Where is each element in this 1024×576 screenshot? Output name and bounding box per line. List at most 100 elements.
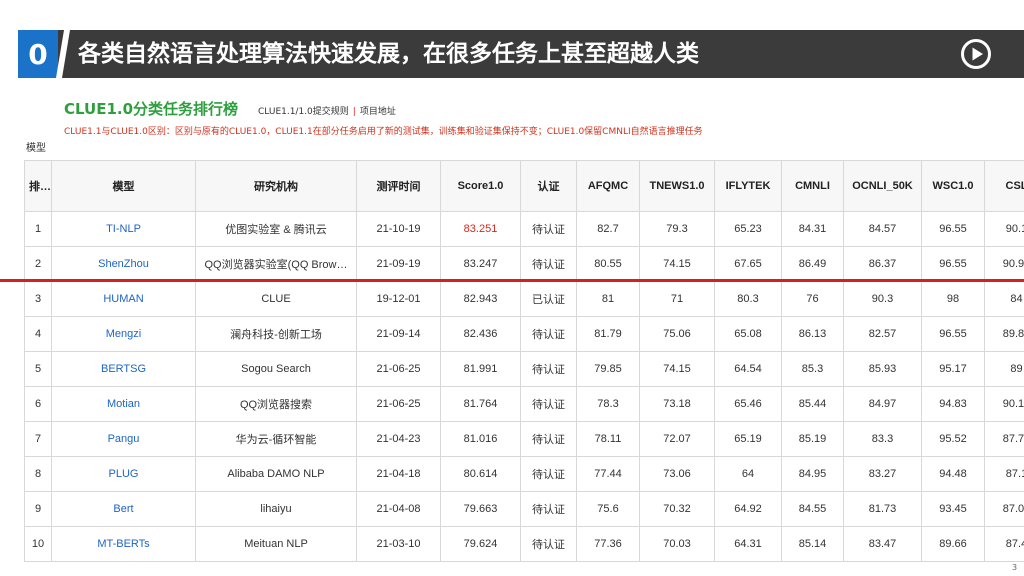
cell-afqmc: 79.85	[576, 351, 640, 387]
table-row: 3 HUMAN CLUE 19-12-01 82.943 已认证 81 71 80.3 76 90.…	[24, 281, 1024, 317]
cell-afqmc: 78.3	[576, 386, 640, 422]
cell-rank: 1	[24, 211, 52, 247]
cell-tnews: 74.15	[639, 246, 715, 282]
column-header-csl[interactable]: CSL	[984, 160, 1024, 212]
column-header-model[interactable]: 模型	[51, 160, 196, 212]
cell-iflytek: 64.54	[714, 351, 782, 387]
cell-ocnli: 83.3	[843, 421, 922, 457]
cell-score: 82.436	[440, 316, 521, 352]
cell-date: 21-04-08	[356, 491, 441, 527]
cell-csl: 90.17	[984, 386, 1024, 422]
cell-iflytek: 65.19	[714, 421, 782, 457]
cell-rank: 2	[24, 246, 52, 282]
cell-rank: 6	[24, 386, 52, 422]
cell-model[interactable]: TI-NLP	[51, 211, 196, 247]
cell-wsc: 95.52	[921, 421, 985, 457]
cell-date: 21-06-25	[356, 386, 441, 422]
cell-csl: 87.1	[984, 456, 1024, 492]
cell-model[interactable]: HUMAN	[51, 281, 196, 317]
cell-cmnli: 85.19	[781, 421, 844, 457]
highlight-divider-line	[0, 279, 1024, 282]
cell-org: 优图实验室 & 腾讯云	[195, 211, 357, 247]
cell-afqmc: 75.6	[576, 491, 640, 527]
cell-cmnli: 76	[781, 281, 844, 317]
column-header-cert[interactable]: 认证	[520, 160, 577, 212]
cell-cmnli: 84.95	[781, 456, 844, 492]
submission-rules-link[interactable]: CLUE1.1/1.0提交规则	[258, 107, 349, 117]
column-header-cmnli[interactable]: CMNLI	[781, 160, 844, 212]
cell-score: 81.764	[440, 386, 521, 422]
table-row: 1 TI-NLP 优图实验室 & 腾讯云 21-10-19 83.251 待认证 82.7 7…	[24, 211, 1024, 247]
cell-rank: 10	[24, 526, 52, 562]
cell-tnews: 72.07	[639, 421, 715, 457]
cell-csl: 84	[984, 281, 1024, 317]
cell-afqmc: 80.55	[576, 246, 640, 282]
column-header-ocnli[interactable]: OCNLI_50K	[843, 160, 922, 212]
cell-csl: 89	[984, 351, 1024, 387]
cell-ocnli: 85.93	[843, 351, 922, 387]
cell-score: 83.251	[440, 211, 521, 247]
cell-cert: 待认证	[520, 456, 577, 492]
link-separator: |	[352, 107, 356, 117]
table-row: 9 Bert lihaiyu 21-04-08 79.663 待认证 75.6 70.32 64…	[24, 491, 1024, 527]
cell-model[interactable]: MT-BERTs	[51, 526, 196, 562]
cell-afqmc: 81.79	[576, 316, 640, 352]
table-header-row: 排行 模型 研究机构 测评时间 Score1.0 认证 AFQMC TNEWS1.0 IFLYT…	[24, 160, 1024, 212]
column-header-date[interactable]: 测评时间	[356, 160, 441, 212]
cell-cmnli: 84.55	[781, 491, 844, 527]
cell-csl: 89.87	[984, 316, 1024, 352]
cell-wsc: 89.66	[921, 526, 985, 562]
table-row: 4 Mengzi 澜舟科技-创新工场 21-09-14 82.436 待认证 81.79 75…	[24, 316, 1024, 352]
page-number: 3	[1012, 563, 1018, 572]
column-header-tnews[interactable]: TNEWS1.0	[639, 160, 715, 212]
table-body: 1 TI-NLP 优图实验室 & 腾讯云 21-10-19 83.251 待认证 82.7 7…	[24, 211, 1024, 562]
cell-org: lihaiyu	[195, 491, 357, 527]
cell-org: QQ浏览器搜索	[195, 386, 357, 422]
table-row: 8 PLUG Alibaba DAMO NLP 21-04-18 80.614 待认证 77…	[24, 456, 1024, 492]
cell-model[interactable]: Motian	[51, 386, 196, 422]
column-header-afqmc[interactable]: AFQMC	[576, 160, 640, 212]
cell-score: 79.663	[440, 491, 521, 527]
cell-afqmc: 81	[576, 281, 640, 317]
cell-iflytek: 67.65	[714, 246, 782, 282]
column-header-score[interactable]: Score1.0	[440, 160, 521, 212]
header-divider-slash	[56, 30, 70, 78]
leaderboard-title: CLUE1.0分类任务排行榜	[64, 100, 239, 118]
column-header-rank[interactable]: 排行	[24, 160, 52, 212]
cell-date: 21-10-19	[356, 211, 441, 247]
cell-org: Meituan NLP	[195, 526, 357, 562]
cell-tnews: 71	[639, 281, 715, 317]
model-filter-label: 模型	[26, 143, 46, 154]
cell-model[interactable]: Mengzi	[51, 316, 196, 352]
cell-ocnli: 90.3	[843, 281, 922, 317]
cell-model[interactable]: Pangu	[51, 421, 196, 457]
cell-cmnli: 85.44	[781, 386, 844, 422]
cell-afqmc: 77.36	[576, 526, 640, 562]
column-header-wsc[interactable]: WSC1.0	[921, 160, 985, 212]
cell-csl: 87.07	[984, 491, 1024, 527]
cell-model[interactable]: BERTSG	[51, 351, 196, 387]
cell-score: 81.016	[440, 421, 521, 457]
cell-rank: 4	[24, 316, 52, 352]
cell-model[interactable]: Bert	[51, 491, 196, 527]
cell-model[interactable]: ShenZhou	[51, 246, 196, 282]
cell-ocnli: 84.97	[843, 386, 922, 422]
cell-score: 83.247	[440, 246, 521, 282]
cell-tnews: 70.32	[639, 491, 715, 527]
column-header-org[interactable]: 研究机构	[195, 160, 357, 212]
cell-wsc: 98	[921, 281, 985, 317]
cell-tnews: 75.06	[639, 316, 715, 352]
cell-date: 21-03-10	[356, 526, 441, 562]
cell-afqmc: 77.44	[576, 456, 640, 492]
table-row: 5 BERTSG Sogou Search 21-06-25 81.991 待认证 79.8…	[24, 351, 1024, 387]
cell-wsc: 94.83	[921, 386, 985, 422]
cell-date: 21-09-19	[356, 246, 441, 282]
project-link[interactable]: 项目地址	[360, 107, 396, 117]
cell-wsc: 96.55	[921, 211, 985, 247]
cell-cert: 待认证	[520, 421, 577, 457]
play-circle-icon[interactable]	[960, 38, 992, 70]
cell-csl: 90.1	[984, 211, 1024, 247]
cell-model[interactable]: PLUG	[51, 456, 196, 492]
column-header-iflytek[interactable]: IFLYTEK	[714, 160, 782, 212]
slide-header: 0 各类自然语言处理算法快速发展，在很多任务上甚至超越人类	[0, 30, 1024, 78]
